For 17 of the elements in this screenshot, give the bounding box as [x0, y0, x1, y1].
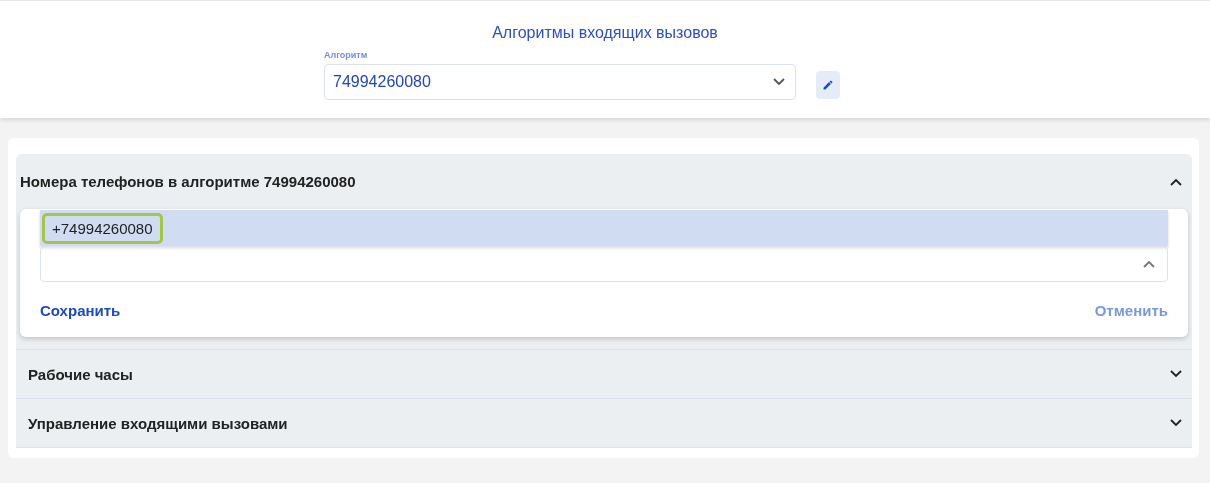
algorithm-select[interactable]: 74994260080	[324, 64, 796, 100]
section-header[interactable]: Управление входящими вызовами	[16, 399, 1192, 447]
option-label: +74994260080	[42, 212, 163, 244]
chevron-down-icon	[1170, 370, 1182, 378]
section-header[interactable]: Номера телефонов в алгоритме 74994260080	[16, 154, 1192, 209]
chevron-up-icon	[1170, 177, 1182, 186]
edit-button[interactable]	[816, 71, 840, 99]
field-label: Алгоритм	[324, 50, 369, 60]
chevron-up-icon	[1143, 260, 1155, 268]
dropdown-option[interactable]: +74994260080	[40, 210, 1168, 246]
chevron-down-icon	[773, 78, 785, 86]
section-header[interactable]: Рабочие часы	[16, 350, 1192, 398]
phone-select-field[interactable]	[40, 246, 1168, 282]
chevron-down-icon	[1170, 419, 1182, 427]
pencil-icon	[822, 79, 834, 91]
page-title: Алгоритмы входящих вызовов	[492, 24, 718, 43]
save-button[interactable]: Сохранить	[40, 302, 121, 319]
